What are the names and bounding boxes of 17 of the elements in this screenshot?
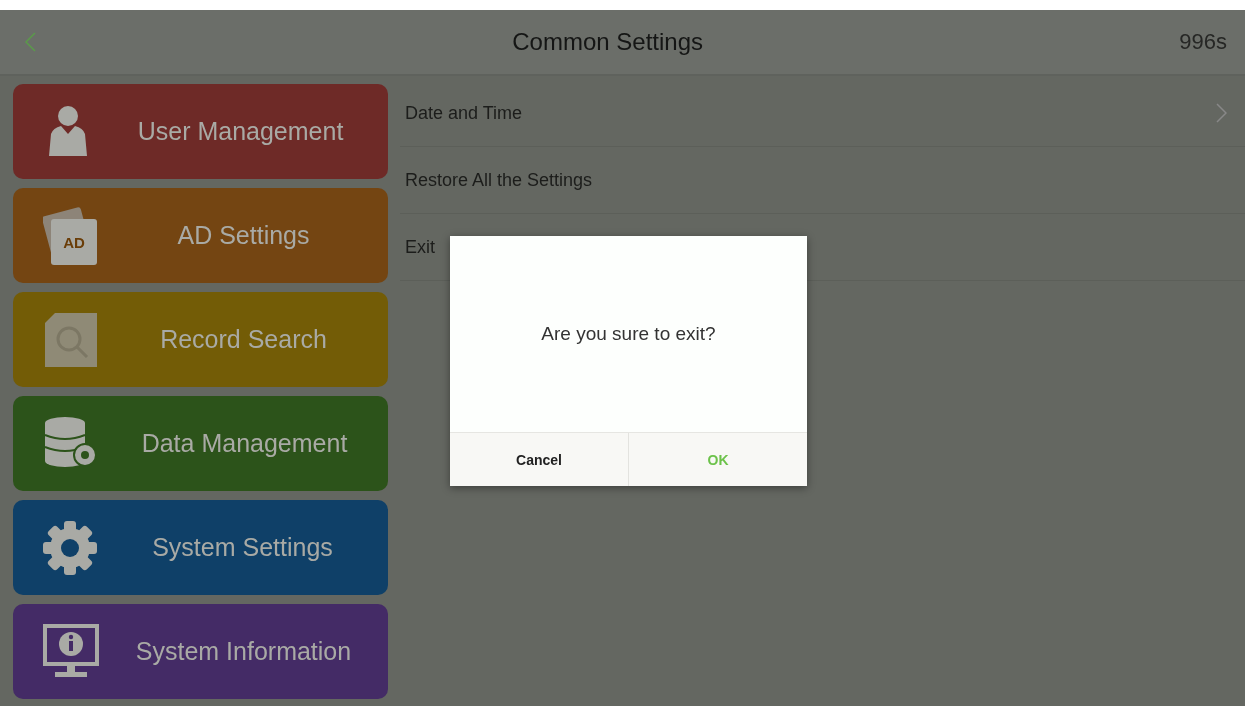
- menu-tile[interactable]: Record Search: [13, 292, 388, 387]
- settings-row[interactable]: Restore All the Settings: [400, 147, 1245, 214]
- menu-tile[interactable]: User Management: [13, 84, 388, 179]
- menu-tile[interactable]: System Information: [13, 604, 388, 699]
- cancel-button[interactable]: Cancel: [450, 433, 628, 486]
- ok-button[interactable]: OK: [628, 433, 807, 486]
- menu-tile[interactable]: Data Management: [13, 396, 388, 491]
- countdown-timer: 996s: [1179, 29, 1227, 55]
- menu-tile[interactable]: AD AD Settings: [13, 188, 388, 283]
- menu-tile[interactable]: System Settings: [13, 500, 388, 595]
- back-icon[interactable]: [24, 32, 36, 52]
- monitor-info-icon: [43, 623, 99, 680]
- dialog-message: Are you sure to exit?: [540, 322, 717, 346]
- document-search-icon: [43, 310, 99, 369]
- settings-row[interactable]: Date and Time: [400, 80, 1245, 147]
- page-title: Common Settings: [511, 28, 704, 56]
- gear-icon: [43, 520, 97, 575]
